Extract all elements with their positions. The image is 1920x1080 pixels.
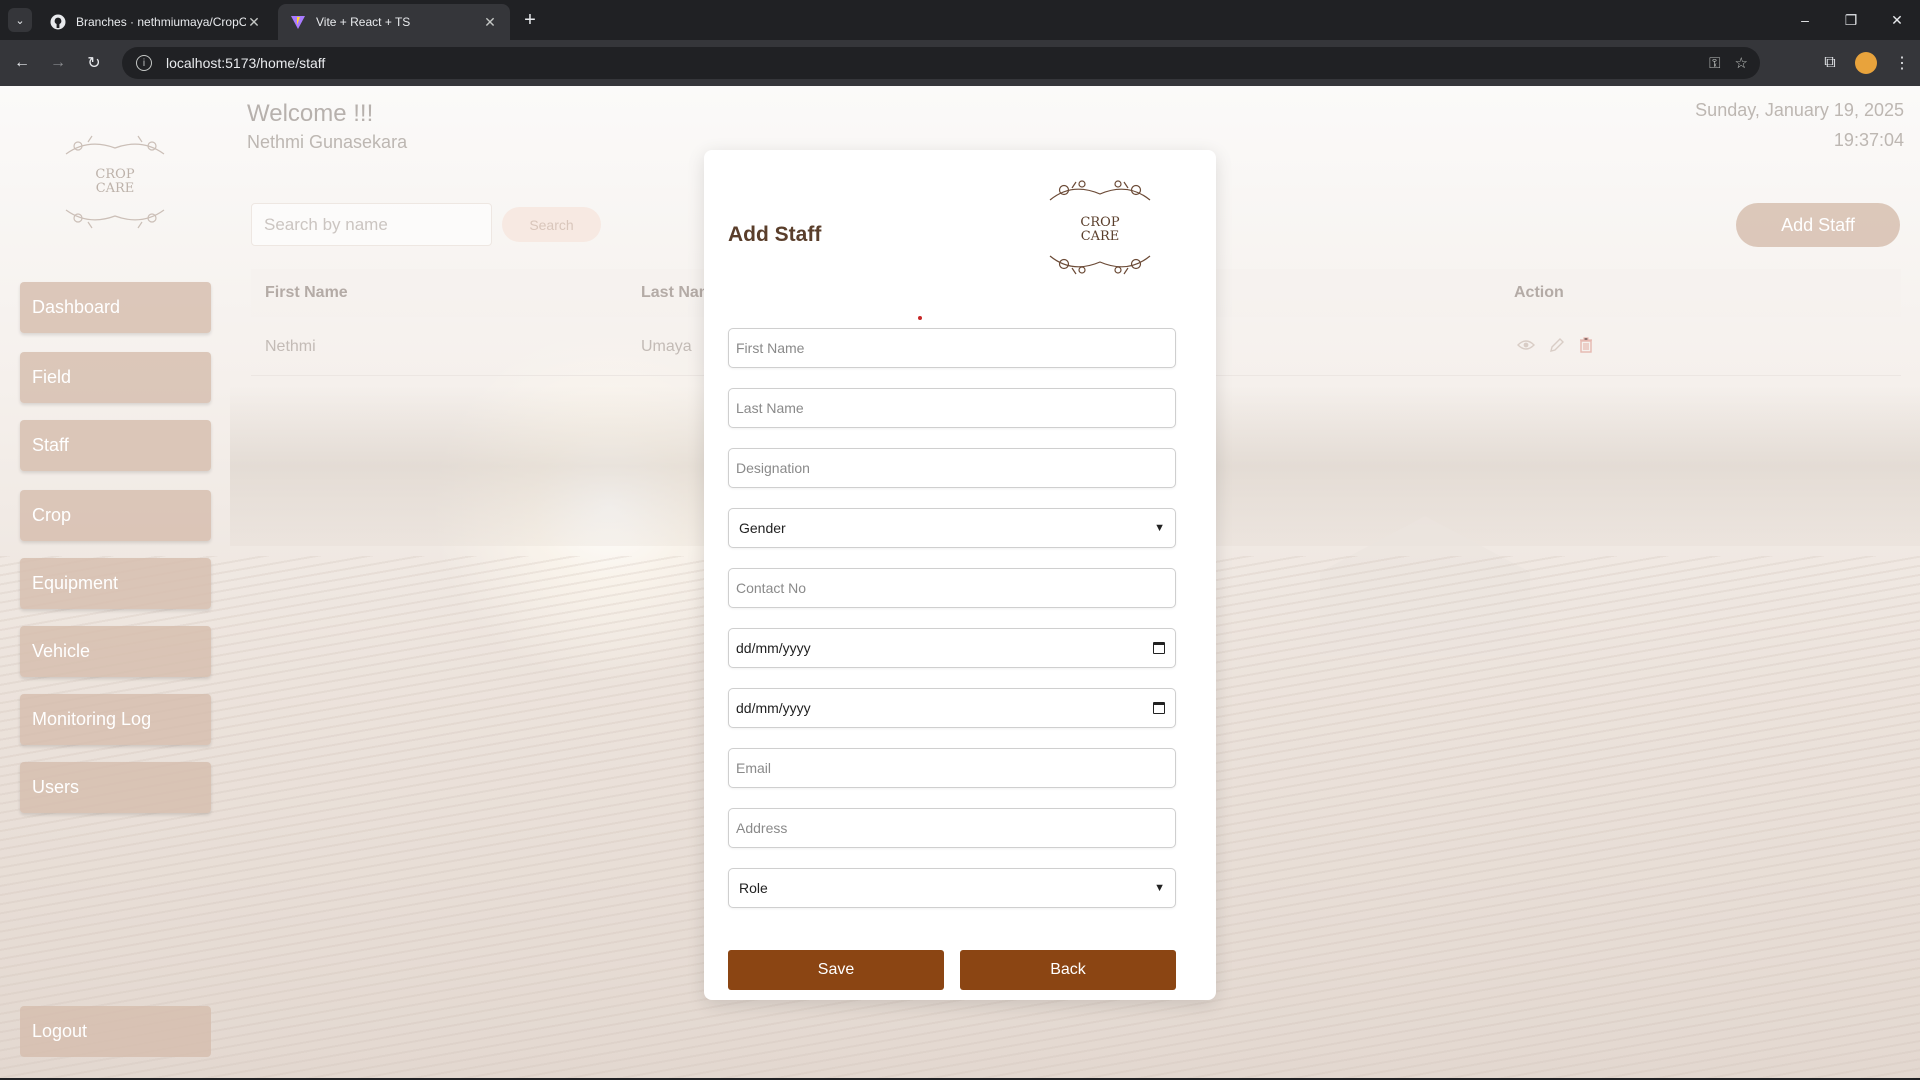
modal-logo-text-care: CARE	[1081, 229, 1120, 244]
extensions-icon[interactable]: ⧉	[1812, 54, 1848, 72]
role-select[interactable]: Role ▼	[728, 868, 1176, 908]
error-indicator-dot	[918, 316, 922, 320]
column-action: Action	[1514, 284, 1564, 301]
modal-logo: CROP CARE	[1042, 172, 1158, 282]
sidebar-item-equipment[interactable]: Equipment	[20, 558, 211, 609]
save-button[interactable]: Save	[728, 950, 944, 990]
logo-text-care: CARE	[96, 181, 135, 196]
sidebar-item-vehicle[interactable]: Vehicle	[20, 626, 211, 677]
url-text: localhost:5173/home/staff	[166, 55, 326, 71]
search-button[interactable]: Search	[502, 207, 601, 242]
window-controls: – ❐ ✕	[1782, 0, 1920, 40]
row-actions	[1517, 318, 1593, 376]
key-icon[interactable]: ⚿	[1709, 55, 1720, 72]
menu-icon[interactable]: ⋮	[1884, 53, 1920, 73]
tab-github[interactable]: Branches · nethmiumaya/CropC ✕	[38, 4, 274, 40]
edit-pencil-icon[interactable]	[1549, 337, 1565, 358]
sidebar-item-field[interactable]: Field	[20, 352, 211, 403]
search-input[interactable]: Search by name	[251, 203, 492, 246]
welcome-heading: Welcome !!!	[247, 100, 374, 127]
tab-title: Branches · nethmiumaya/CropC	[76, 15, 246, 29]
app-page: CROP CARE Welcome !!! Nethmi Gunasekara …	[0, 86, 1920, 1078]
tab-close-icon[interactable]: ✕	[246, 14, 262, 31]
close-window-icon[interactable]: ✕	[1874, 0, 1920, 40]
role-select-value: Role	[739, 880, 768, 896]
column-first-name: First Name	[265, 284, 348, 301]
chevron-down-icon: ▼	[1154, 882, 1165, 894]
restore-icon[interactable]: ❐	[1828, 0, 1874, 40]
calendar-icon[interactable]	[1153, 642, 1165, 654]
new-tab-button[interactable]: +	[518, 8, 542, 32]
first-name-field[interactable]: First Name	[728, 328, 1176, 368]
cell-first-name: Nethmi	[265, 338, 316, 355]
view-eye-icon[interactable]	[1517, 338, 1535, 356]
gender-select[interactable]: Gender ▼	[728, 508, 1176, 548]
toolbar-right: ⧉ ⋮	[1812, 40, 1920, 86]
sidebar-item-users[interactable]: Users	[20, 762, 211, 813]
sidebar-item-monitoring-log[interactable]: Monitoring Log	[20, 694, 211, 745]
delete-trash-icon[interactable]	[1579, 336, 1593, 358]
tab-search-button[interactable]: ⌄	[8, 8, 32, 32]
date-field-2[interactable]: dd/mm/yyyy	[728, 688, 1176, 728]
modal-logo-text-crop: CROP	[1080, 215, 1119, 230]
current-date: Sunday, January 19, 2025	[1695, 100, 1904, 120]
email-field[interactable]: Email	[728, 748, 1176, 788]
sidebar-item-staff[interactable]: Staff	[20, 420, 211, 471]
minimize-icon[interactable]: –	[1782, 0, 1828, 40]
site-info-icon[interactable]: i	[136, 55, 152, 71]
github-icon	[50, 14, 66, 30]
browser-toolbar: ← → ↻ i localhost:5173/home/staff ⚿ ☆ ⧉ …	[0, 40, 1920, 86]
cell-last-name: Umaya	[641, 338, 692, 355]
calendar-icon[interactable]	[1153, 702, 1165, 714]
modal-title: Add Staff	[728, 223, 822, 246]
date-field-1-value: dd/mm/yyyy	[736, 640, 811, 656]
sidebar-logo: CROP CARE	[58, 126, 172, 236]
gender-select-value: Gender	[739, 520, 786, 536]
profile-avatar[interactable]	[1855, 52, 1877, 74]
address-field[interactable]: Address	[728, 808, 1176, 848]
omnibox-icons: ⚿ ☆	[1709, 47, 1748, 79]
last-name-field[interactable]: Last Name	[728, 388, 1176, 428]
back-arrow-icon[interactable]: ←	[10, 51, 34, 75]
browser-tabstrip: ⌄ Branches · nethmiumaya/CropC ✕ Vite + …	[0, 0, 1920, 40]
chevron-down-icon: ▼	[1154, 522, 1165, 534]
vite-icon	[290, 14, 306, 30]
add-staff-modal: Add Staff CROP CARE First Name Last Name…	[704, 150, 1216, 1000]
logo-text-crop: CROP	[95, 167, 134, 182]
current-time: 19:37:04	[1833, 130, 1904, 150]
forward-arrow-icon[interactable]: →	[46, 51, 70, 75]
sidebar-item-dashboard[interactable]: Dashboard	[20, 282, 211, 333]
tab-close-icon[interactable]: ✕	[482, 14, 498, 31]
tab-vite[interactable]: Vite + React + TS ✕	[278, 4, 510, 40]
date-field-1[interactable]: dd/mm/yyyy	[728, 628, 1176, 668]
tab-title: Vite + React + TS	[316, 15, 411, 29]
date-field-2-value: dd/mm/yyyy	[736, 700, 811, 716]
star-icon[interactable]: ☆	[1735, 54, 1748, 72]
designation-field[interactable]: Designation	[728, 448, 1176, 488]
contact-no-field[interactable]: Contact No	[728, 568, 1176, 608]
add-staff-button[interactable]: Add Staff	[1736, 203, 1900, 247]
sidebar-item-crop[interactable]: Crop	[20, 490, 211, 541]
user-name: Nethmi Gunasekara	[247, 132, 408, 152]
logout-button[interactable]: Logout	[20, 1006, 211, 1057]
reload-icon[interactable]: ↻	[82, 51, 106, 75]
back-button[interactable]: Back	[960, 950, 1176, 990]
address-bar[interactable]: i localhost:5173/home/staff ⚿ ☆	[122, 47, 1760, 79]
